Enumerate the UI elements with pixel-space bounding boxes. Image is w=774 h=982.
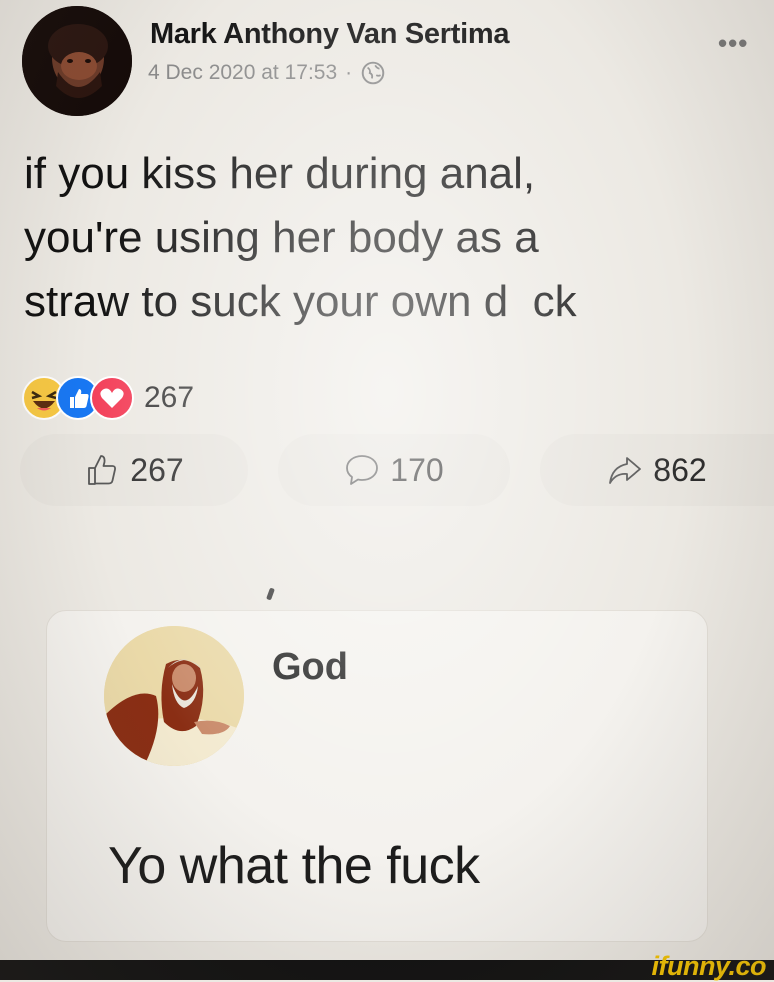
- post-meta: 4 Dec 2020 at 17:53 ·: [148, 60, 386, 86]
- share-button[interactable]: 862: [540, 434, 774, 506]
- post-timestamp[interactable]: 4 Dec 2020 at 17:53: [148, 61, 337, 85]
- commenter-avatar[interactable]: [104, 626, 244, 766]
- like-count: 267: [130, 451, 184, 488]
- share-icon: [609, 457, 642, 484]
- meta-separator: ·: [345, 61, 353, 84]
- post-text-line: you're using her body as a: [24, 213, 539, 262]
- watermark-logo: ifunny.co: [651, 951, 767, 981]
- comment-count: 170: [390, 451, 444, 488]
- post-text-line: if you kiss her during anal,: [24, 149, 536, 198]
- stray-mark: [266, 587, 275, 601]
- thumbs-up-icon: [88, 455, 117, 485]
- post-text: if you kiss her during anal, you're usin…: [24, 142, 764, 334]
- like-button[interactable]: 267: [20, 434, 248, 506]
- more-options-button[interactable]: •••: [718, 28, 748, 59]
- author-name[interactable]: Mark Anthony Van Sertima: [150, 18, 509, 51]
- love-icon: [90, 376, 134, 420]
- reactions-summary[interactable]: 267: [22, 376, 194, 420]
- post-text-line: straw to suck your own d ck: [24, 277, 577, 326]
- comment-icon: [346, 455, 379, 485]
- share-count: 862: [653, 451, 707, 488]
- commenter-name[interactable]: God: [272, 646, 348, 689]
- globe-icon: [361, 61, 385, 85]
- comment-text: Yo what the fuck: [108, 837, 480, 895]
- comment-button[interactable]: 170: [278, 434, 510, 506]
- author-avatar[interactable]: [22, 6, 132, 116]
- reaction-count: 267: [144, 381, 195, 414]
